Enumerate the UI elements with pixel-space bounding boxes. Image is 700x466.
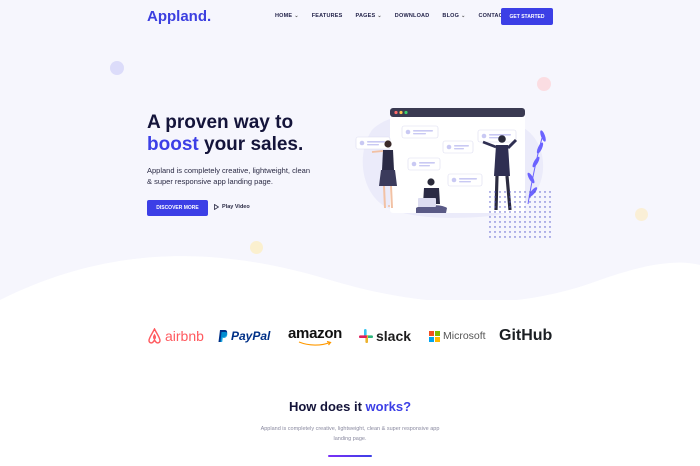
section-title: How does it works? [0,399,700,414]
nav-item-download[interactable]: DOWNLOAD [395,13,430,19]
play-video-link[interactable]: Play Video [214,204,250,210]
nav-item-features[interactable]: FEATURES [312,13,343,19]
nav-label: DOWNLOAD [394,13,430,19]
hero-title-rest: your sales. [198,134,304,155]
hero-illustration [355,108,551,238]
chevron-down-icon: ⌄ [377,13,382,19]
brand-slack-label: slack [376,328,412,344]
brand-amazon-label: amazon [288,324,343,342]
brand-paypal-label: PayPal [231,329,271,343]
discover-more-button[interactable]: DISCOVER MORE [147,200,208,216]
brand-amazon: amazon [288,322,342,350]
airbnb-icon [148,328,161,344]
brand-logos: airbnb PayPal amazon slack Microsoft Git… [147,322,553,350]
brand-slack: slack [359,322,411,350]
brand-github-label: GitHub [499,327,553,344]
decor-dot-lilac [110,61,124,75]
hero-title-line1: A proven way to [147,112,294,133]
brand-github: GitHub [499,322,552,350]
play-video-label: Play Video [222,204,250,210]
main-nav: HOME ⌄ FEATURES PAGES ⌄ DOWNLOAD BLOG ⌄ CON… [275,13,506,19]
nav-label: FEATURES [311,13,343,19]
hero-title-accent: boost [147,134,199,155]
microsoft-icon [429,330,440,342]
hero-title: A proven way to boost your sales. [147,112,347,156]
section-underline [328,455,372,457]
get-started-button[interactable]: GET STARTED [501,8,553,25]
nav-item-pages[interactable]: PAGES ⌄ [356,13,382,19]
nav-label: PAGES [355,13,376,19]
section-subtitle: Appland is completely creative, lightwei… [260,426,440,442]
logo[interactable]: Appland. [147,8,211,25]
decor-dot-pink [537,77,551,91]
hero-subtitle: Appland is completely creative, lightwei… [147,166,311,186]
section-title-start: How does it [288,399,366,414]
brand-airbnb-label: airbnb [165,328,204,344]
play-icon [214,204,219,210]
slack-icon [359,329,373,343]
nav-label: BLOG [442,13,460,19]
amazon-arrow-icon [298,340,332,346]
nav-label: HOME [275,13,293,19]
nav-item-blog[interactable]: BLOG ⌄ [442,13,465,19]
paypal-icon [218,330,228,342]
section-title-accent: works? [365,399,412,414]
decor-dot-cream [635,208,648,221]
nav-item-home[interactable]: HOME ⌄ [275,13,299,19]
brand-paypal: PayPal [218,322,270,350]
hero-wave [0,256,700,330]
decor-dot-yellow [250,241,263,254]
chevron-down-icon: ⌄ [294,13,299,19]
brand-microsoft: Microsoft [429,322,486,350]
brand-microsoft-label: Microsoft [443,330,486,342]
brand-airbnb: airbnb [147,322,204,350]
chevron-down-icon: ⌄ [461,13,466,19]
